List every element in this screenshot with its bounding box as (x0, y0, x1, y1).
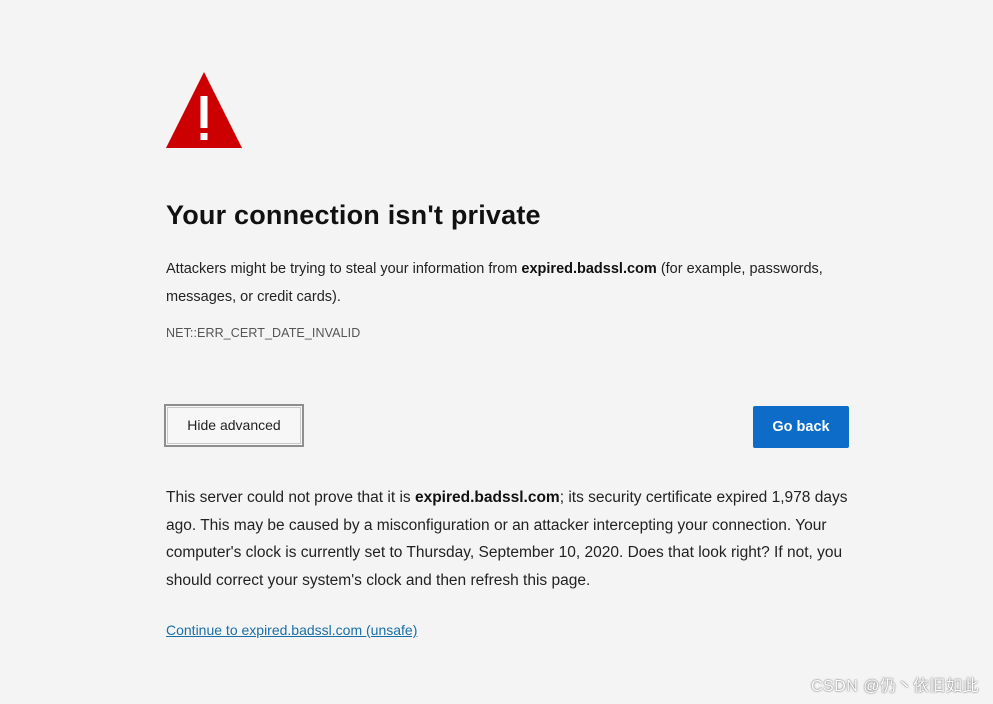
continue-unsafe-link[interactable]: Continue to expired.badssl.com (unsafe) (166, 622, 417, 638)
details-text: This server could not prove that it is e… (166, 484, 856, 594)
hide-advanced-button[interactable]: Hide advanced (164, 404, 304, 447)
error-code: NET::ERR_CERT_DATE_INVALID (166, 326, 361, 340)
intro-host: expired.badssl.com (521, 261, 657, 277)
intro-text-before: Attackers might be trying to steal your … (166, 261, 522, 277)
intro-text: Attackers might be trying to steal your … (166, 255, 826, 311)
warning-triangle-icon (166, 72, 242, 148)
details-host: expired.badssl.com (414, 489, 560, 506)
details-text-before: This server could not prove that it is (166, 489, 415, 506)
page-title: Your connection isn't private (166, 200, 541, 230)
watermark: CSDN @仍丶依旧如此 (810, 678, 979, 695)
go-back-button[interactable]: Go back (753, 406, 849, 448)
